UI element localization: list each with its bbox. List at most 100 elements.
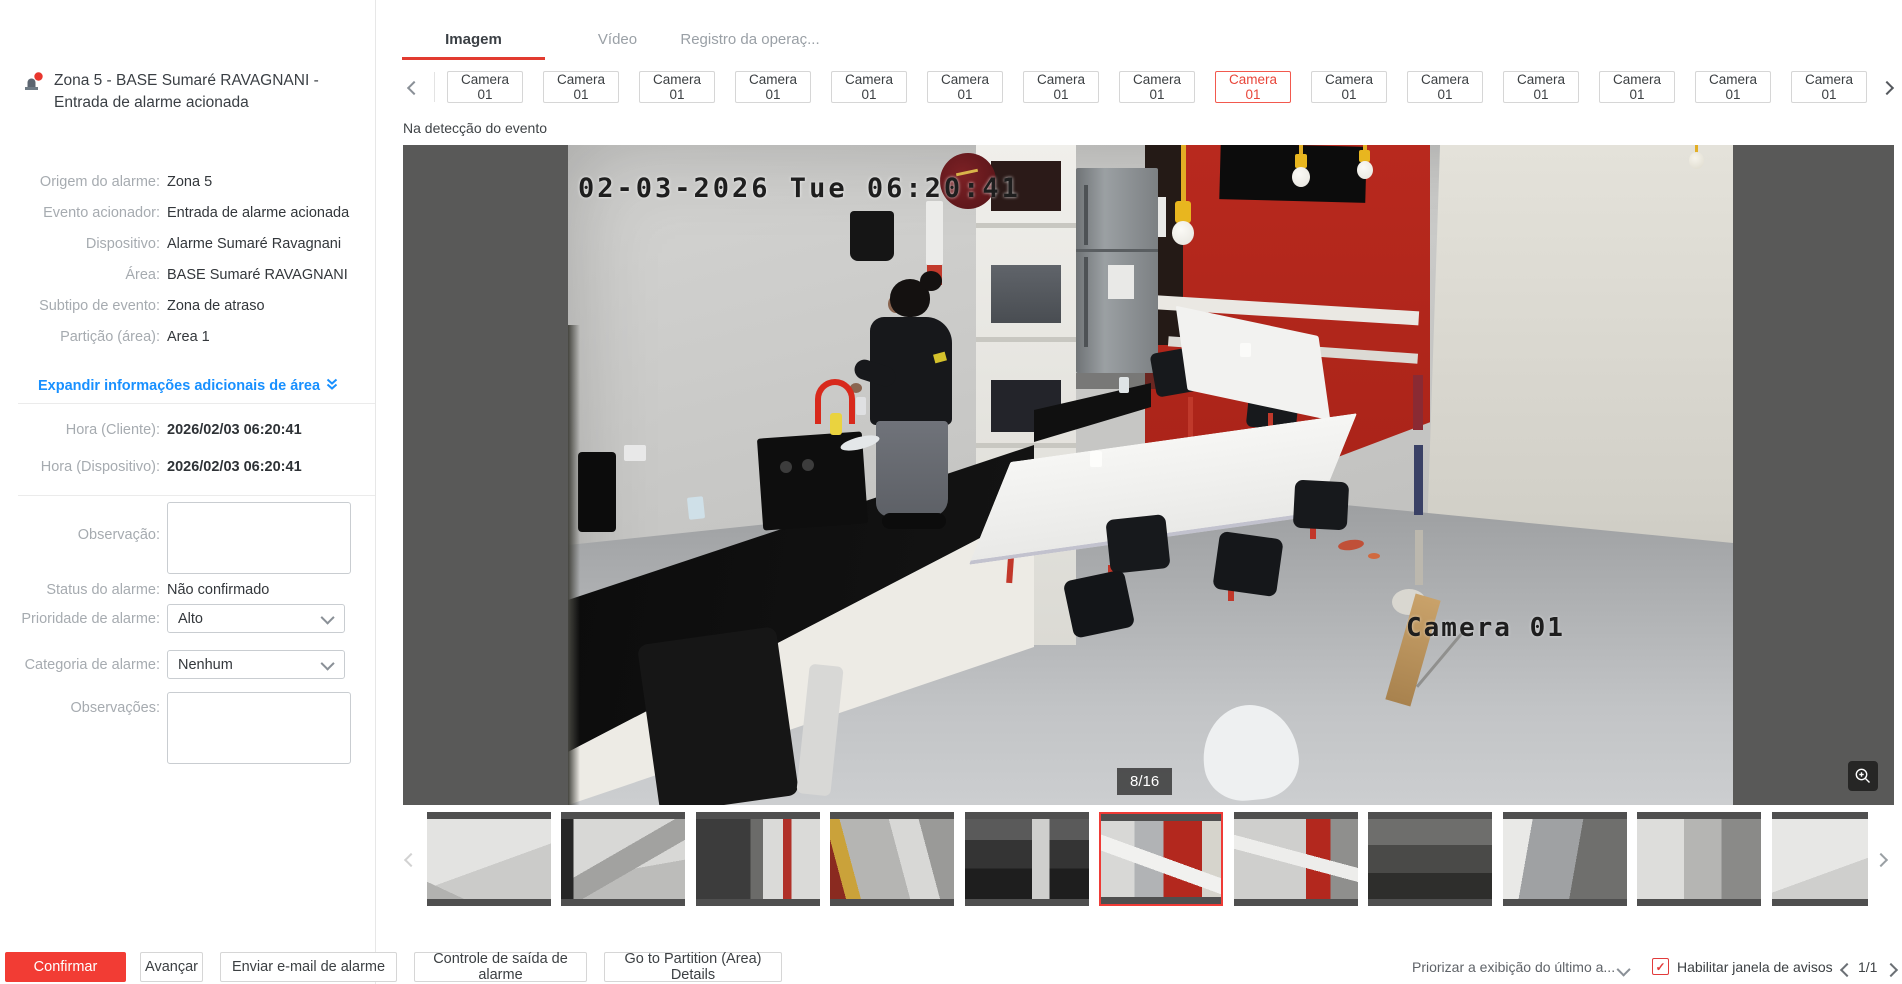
thumbnails-scroll-right-icon[interactable] [1876, 852, 1890, 866]
expand-area-info-label: Expandir informações adicionais de área [38, 378, 320, 394]
field-label: Origem do alarme: [0, 172, 160, 192]
confirm-button[interactable]: Confirmar [5, 952, 126, 982]
field-row: Evento acionador:Entrada de alarme acion… [0, 203, 368, 223]
thumbnail[interactable] [1503, 812, 1627, 906]
double-chevron-down-icon [325, 377, 339, 395]
event-detection-caption: Na detecção do evento [403, 120, 547, 136]
field-row: Origem do alarme: Zona 5 [0, 172, 368, 192]
alarm-category-label: Categoria de alarme: [0, 657, 160, 673]
camera-row-separator [434, 72, 435, 102]
thumbnail[interactable] [427, 812, 551, 906]
alarm-priority-value: Alto [178, 611, 203, 627]
field-label: Área: [0, 265, 160, 285]
remarks-textarea[interactable] [167, 692, 351, 764]
thumbnail[interactable] [1637, 812, 1761, 906]
camera-button[interactable]: Camera 01 [447, 71, 523, 103]
tab-video[interactable]: Vídeo [570, 31, 665, 48]
page-next-icon[interactable] [1886, 962, 1896, 980]
alarm-priority-label: Prioridade de alarme: [0, 611, 160, 627]
enable-notice-window-checkbox[interactable]: ✓ [1652, 958, 1669, 975]
field-value: Zona de atraso [167, 296, 265, 316]
camera-button[interactable]: Camera 01 [1599, 71, 1675, 103]
camera-button[interactable]: Camera 01 [1023, 71, 1099, 103]
field-value: Alarme Sumaré Ravagnani [167, 234, 341, 254]
camera-button[interactable]: Camera 01 [1695, 71, 1771, 103]
thumbnail[interactable] [1234, 812, 1358, 906]
camera-button[interactable]: Camera 01 [639, 71, 715, 103]
alarm-fields: Origem do alarme: Zona 5 Evento acionador… [0, 172, 368, 358]
thumbnail[interactable] [696, 812, 820, 906]
thumbnail[interactable] [965, 812, 1089, 906]
alarm-output-control-button[interactable]: Controle de saída de alarme [414, 952, 587, 982]
pagination-indicator: 1/1 [1858, 959, 1877, 975]
camera-image-viewer: 02-03-2026 Tue 06:20:41 Camera 01 8/16 [403, 145, 1894, 805]
active-tab-underline [402, 57, 545, 60]
osd-timestamp: 02-03-2026 Tue 06:20:41 [578, 173, 1021, 204]
thumbnail[interactable] [830, 812, 954, 906]
time-value: 2026/02/03 06:20:41 [167, 420, 302, 440]
field-label: Dispositivo: [0, 234, 160, 254]
field-value: Entrada de alarme acionada [167, 203, 349, 223]
divider [18, 495, 375, 496]
camera-button[interactable]: Camera 01 [1311, 71, 1387, 103]
observation-label: Observação: [0, 527, 160, 543]
page-previous-icon[interactable] [1842, 962, 1852, 980]
alarm-priority-select[interactable]: Alto [167, 604, 345, 633]
camera-frame: 02-03-2026 Tue 06:20:41 Camera 01 [568, 145, 1733, 805]
camera-button-active[interactable]: Camera 01 [1215, 71, 1291, 103]
camera-button[interactable]: Camera 01 [1503, 71, 1579, 103]
thumbnails-scroll-left-icon[interactable] [406, 852, 420, 866]
enable-notice-window-label: Habilitar janela de avisos [1677, 959, 1833, 975]
zoom-in-button[interactable] [1848, 761, 1878, 791]
field-label: Subtipo de evento: [0, 296, 160, 316]
divider [18, 403, 375, 404]
magnifier-plus-icon [1854, 767, 1872, 785]
camera-row-scroll-right-icon[interactable] [1882, 80, 1896, 94]
thumbnail[interactable] [561, 812, 685, 906]
go-to-partition-details-button[interactable]: Go to Partition (Area) Details [604, 952, 782, 982]
display-priority-dropdown[interactable]: Priorizar a exibição do último a... [1412, 959, 1615, 975]
alarm-header: Zona 5 - BASE Sumaré RAVAGNANI - Entrada… [20, 70, 360, 114]
field-value: Zona 5 [167, 172, 212, 192]
time-label: Hora (Dispositivo): [0, 457, 160, 477]
camera-row-scroll-left-icon[interactable] [409, 80, 423, 94]
chevron-down-icon [321, 610, 335, 624]
alarm-status-label: Status do alarme: [0, 582, 160, 598]
field-row: Subtipo de evento: Zona de atraso [0, 296, 368, 316]
chevron-down-icon [321, 656, 335, 670]
thumbnail-selected[interactable] [1099, 812, 1223, 906]
thumbnail[interactable] [1368, 812, 1492, 906]
field-value: Area 1 [167, 327, 210, 347]
time-row: Hora (Dispositivo): 2026/02/03 06:20:41 [0, 457, 368, 477]
field-row: Dispositivo: Alarme Sumaré Ravagnani [0, 234, 368, 254]
field-row: Partição (área):Area 1 [0, 327, 368, 347]
osd-camera-name: Camera 01 [1406, 613, 1565, 643]
tab-imagem[interactable]: Imagem [402, 31, 545, 48]
chevron-down-icon[interactable] [1620, 963, 1630, 981]
time-row: Hora (Cliente):2026/02/03 06:20:41 [0, 420, 368, 440]
expand-area-info-link[interactable]: Expandir informações adicionais de área [38, 377, 339, 395]
camera-button[interactable]: Camera 01 [1791, 71, 1867, 103]
observation-textarea[interactable] [167, 502, 351, 574]
camera-button[interactable]: Camera 01 [831, 71, 907, 103]
thumbnail[interactable] [1772, 812, 1868, 906]
camera-button[interactable]: Camera 01 [735, 71, 811, 103]
alarm-status-value: Não confirmado [167, 582, 269, 598]
time-value: 2026/02/03 06:20:41 [167, 457, 302, 477]
send-alarm-email-button[interactable]: Enviar e-mail de alarme [220, 952, 397, 982]
alarm-times: Hora (Cliente):2026/02/03 06:20:41 Hora … [0, 420, 368, 494]
alarm-category-select[interactable]: Nenhum [167, 650, 345, 679]
frame-counter-badge: 8/16 [1117, 768, 1172, 795]
alarm-title: Zona 5 - BASE Sumaré RAVAGNANI - Entrada… [54, 70, 360, 114]
camera-button[interactable]: Camera 01 [927, 71, 1003, 103]
camera-button[interactable]: Camera 01 [1407, 71, 1483, 103]
display-priority-label: Priorizar a exibição do último a... [1412, 959, 1615, 975]
alarm-detail-window: Zona 5 - BASE Sumaré RAVAGNANI - Entrada… [0, 0, 1902, 984]
camera-button[interactable]: Camera 01 [543, 71, 619, 103]
advance-button[interactable]: Avançar [140, 952, 203, 982]
remarks-label: Observações: [0, 700, 160, 716]
tab-registro-operacao[interactable]: Registro da operaç... [675, 31, 825, 48]
camera-button[interactable]: Camera 01 [1119, 71, 1195, 103]
field-row: Área:BASE Sumaré RAVAGNANI [0, 265, 368, 285]
alarm-category-value: Nenhum [178, 657, 233, 673]
